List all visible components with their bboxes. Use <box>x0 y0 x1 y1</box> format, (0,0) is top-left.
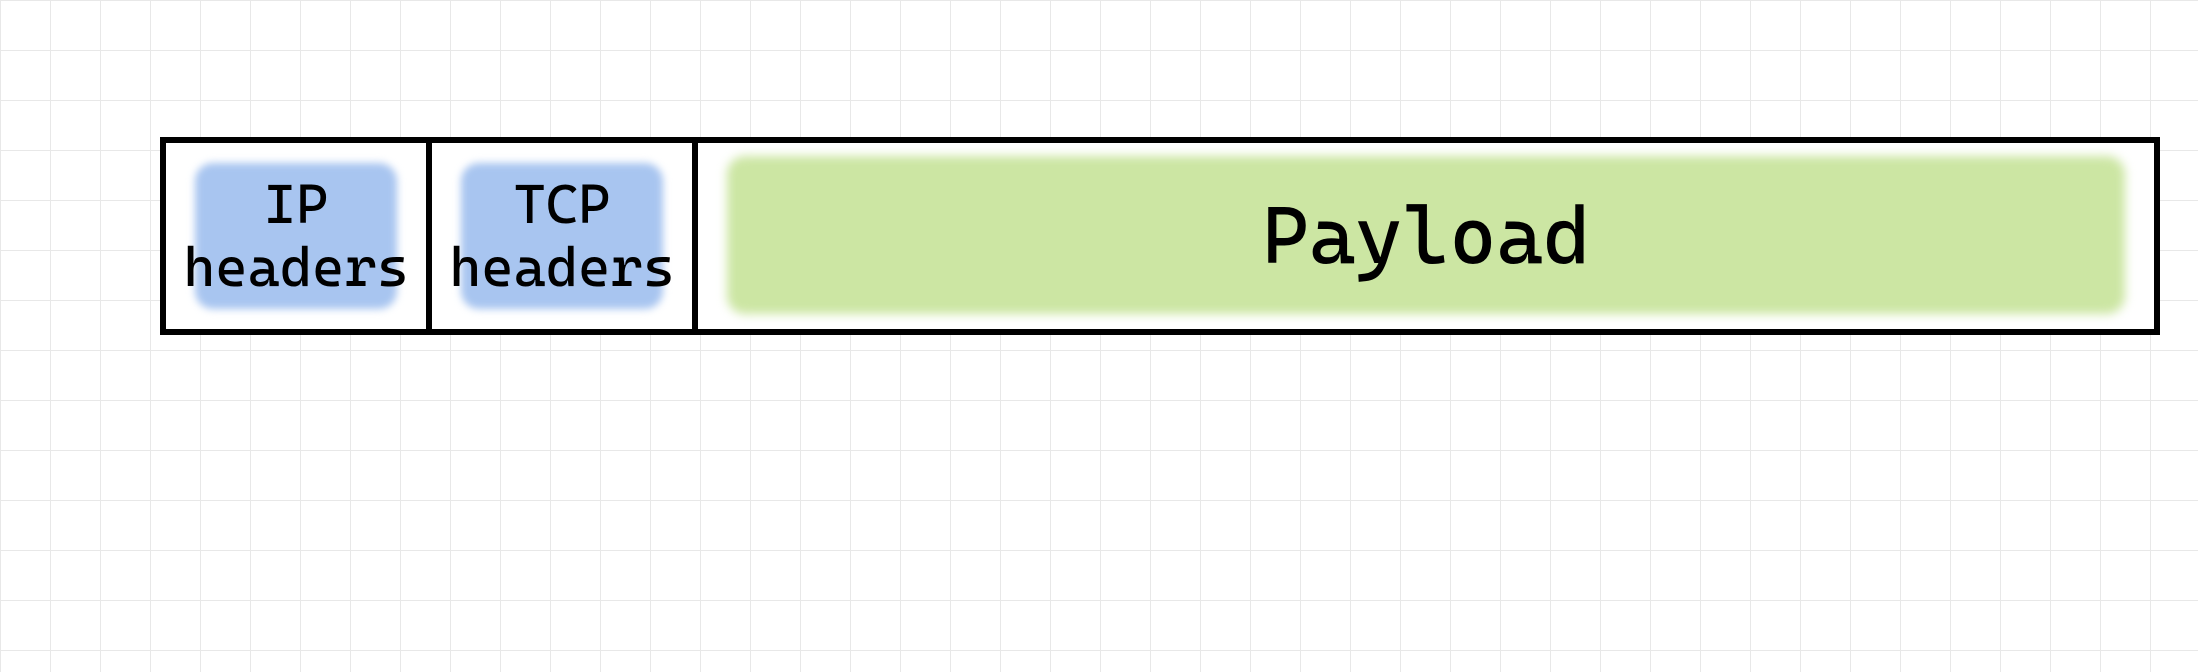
ip-headers-label: IP headers <box>183 173 409 300</box>
tcp-headers-segment: TCP headers <box>432 143 698 329</box>
payload-label: Payload <box>1262 190 1590 282</box>
tcp-headers-label: TCP headers <box>449 173 675 300</box>
packet-diagram: IP headers TCP headers Payload <box>160 137 2160 335</box>
ip-headers-segment: IP headers <box>166 143 432 329</box>
payload-segment: Payload <box>698 143 2154 329</box>
